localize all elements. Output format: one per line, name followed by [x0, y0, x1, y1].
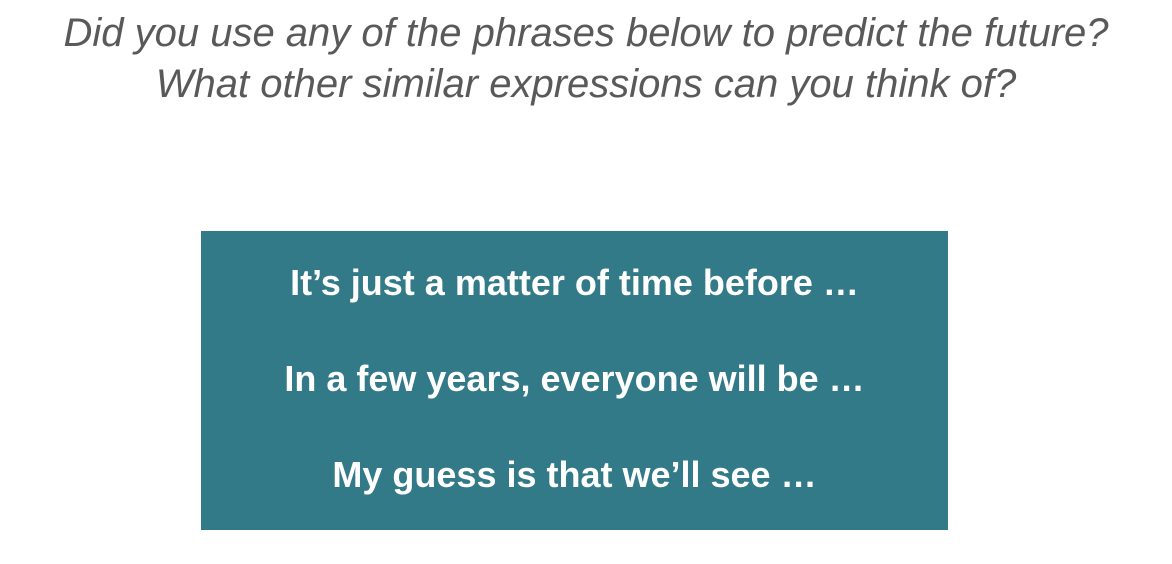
prompt-line-1: Did you use any of the phrases below to … — [63, 11, 1109, 55]
prompt-question: Did you use any of the phrases below to … — [0, 8, 1172, 110]
phrase-box: It’s just a matter of time before … In a… — [201, 231, 948, 530]
phrase-item-2: In a few years, everyone will be … — [284, 357, 865, 399]
prompt-line-2: What other similar expressions can you t… — [155, 62, 1017, 106]
phrase-item-3: My guess is that we’ll see … — [332, 453, 817, 495]
phrase-item-1: It’s just a matter of time before … — [290, 261, 859, 303]
